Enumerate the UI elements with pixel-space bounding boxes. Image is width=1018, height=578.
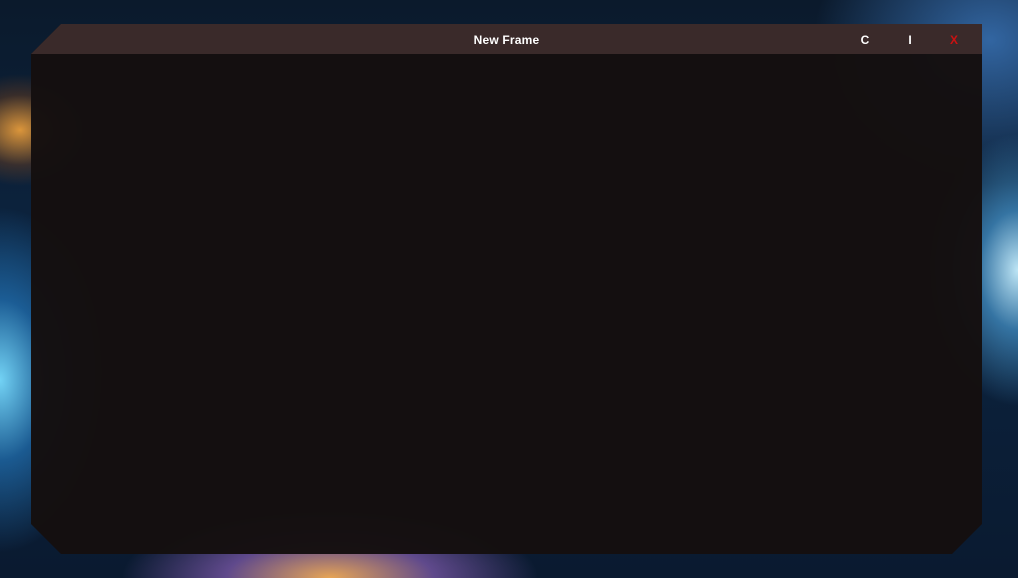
window-title: New Frame — [473, 33, 540, 47]
frame-content-area — [31, 54, 982, 554]
close-button[interactable]: X — [942, 24, 966, 54]
i-button[interactable]: I — [898, 24, 922, 54]
new-frame-window: New Frame C I X — [31, 24, 982, 554]
window-titlebar[interactable]: New Frame C I X — [31, 24, 982, 54]
c-button[interactable]: C — [853, 24, 877, 54]
